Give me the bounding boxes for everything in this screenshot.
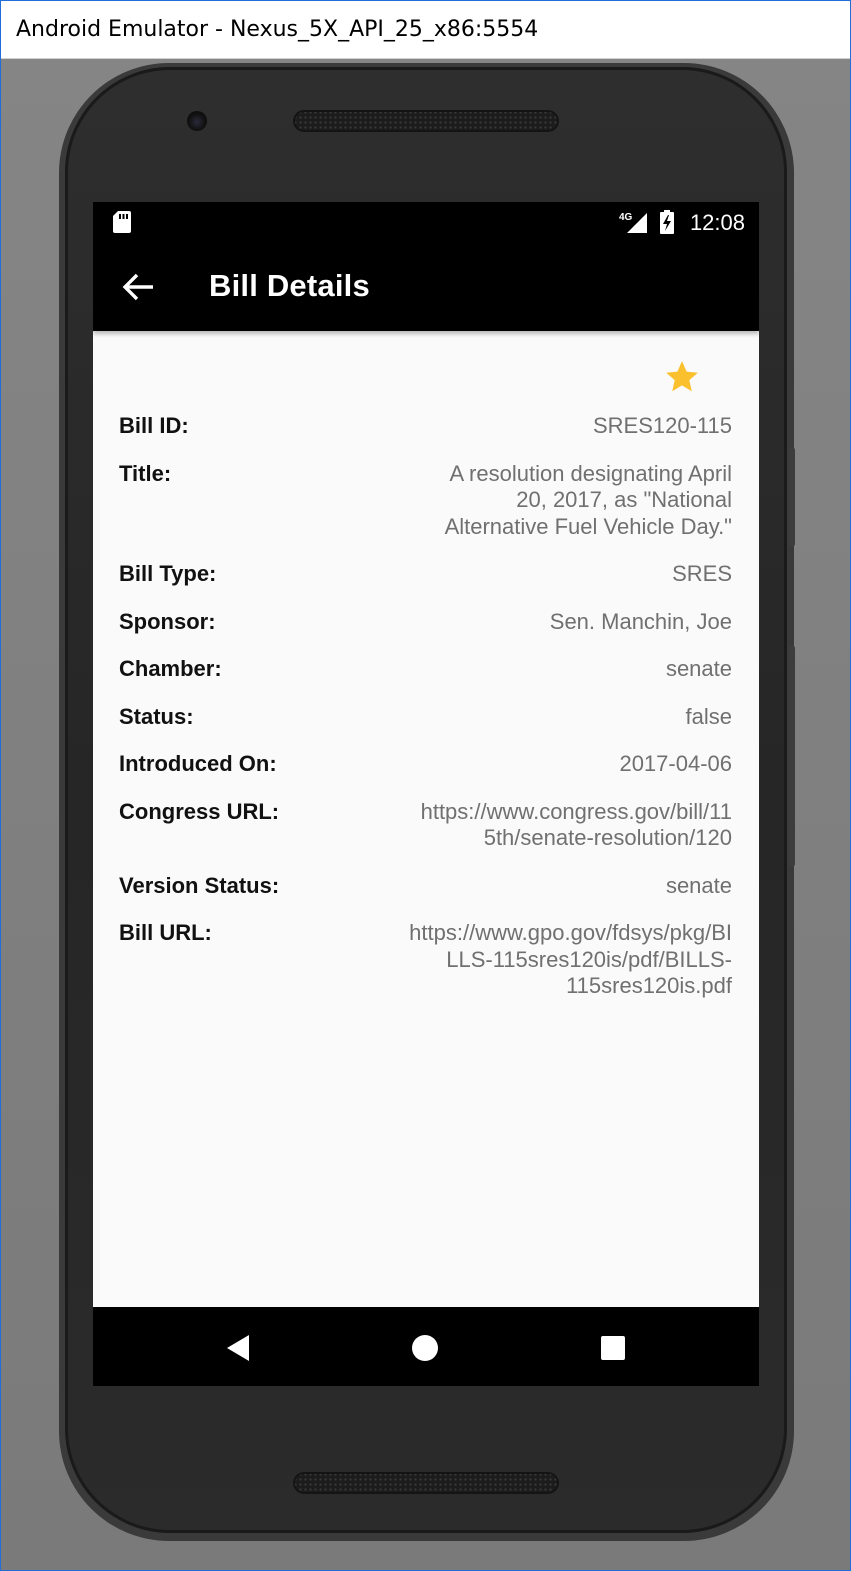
bill-details-list: Bill ID: SRES120-115 Title: A resolution… <box>119 413 732 1000</box>
status-bar: 4G 12:08 <box>93 202 759 242</box>
sd-card-icon <box>113 211 131 233</box>
detail-row-status: Status: false <box>119 704 732 731</box>
device-screen: 4G 12:08 Bill Details Bill ID: SRES120-1… <box>93 202 759 1386</box>
detail-row-chamber: Chamber: senate <box>119 656 732 683</box>
detail-value: senate <box>665 872 732 898</box>
detail-label: Chamber: <box>119 656 222 681</box>
detail-row-bill-id: Bill ID: SRES120-115 <box>119 413 732 440</box>
window-title: Android Emulator - Nexus_5X_API_25_x86:5… <box>16 17 539 42</box>
detail-value: Sen. Manchin, Joe <box>549 608 732 634</box>
bill-url-link[interactable]: https://www.gpo.gov/fdsys/pkg/BILLS-115s… <box>397 920 732 1000</box>
top-speaker <box>293 110 559 132</box>
svg-text:4G: 4G <box>619 212 633 223</box>
detail-label: Bill ID: <box>119 413 189 438</box>
front-camera <box>187 111 207 131</box>
volume-button[interactable] <box>789 646 795 866</box>
battery-charging-icon <box>660 210 674 234</box>
page-title: Bill Details <box>209 268 370 303</box>
congress-url-link[interactable]: https://www.congress.gov/bill/115th/sena… <box>412 799 732 852</box>
detail-value: SRES120-115 <box>592 413 732 438</box>
detail-label: Congress URL: <box>119 798 280 824</box>
app-bar: Bill Details <box>93 242 759 331</box>
detail-label: Sponsor: <box>119 608 216 634</box>
detail-label: Bill URL: <box>119 920 212 945</box>
signal-4g-icon: 4G <box>619 212 647 233</box>
window-titlebar[interactable]: Android Emulator - Nexus_5X_API_25_x86:5… <box>1 1 850 59</box>
power-button[interactable] <box>789 448 795 546</box>
detail-row-version-status: Version Status: senate <box>119 873 732 900</box>
nav-back-icon[interactable] <box>225 1334 251 1362</box>
detail-value: 2017-04-06 <box>619 751 732 776</box>
bottom-speaker <box>293 1472 559 1494</box>
detail-label: Bill Type: <box>119 561 217 586</box>
detail-value: senate <box>665 656 732 681</box>
detail-row-congress-url: Congress URL: https://www.congress.gov/b… <box>119 799 732 852</box>
detail-label: Introduced On: <box>119 751 277 776</box>
status-time: 12:08 <box>689 210 745 235</box>
detail-value: SRES <box>672 561 732 586</box>
emulator-window: Android Emulator - Nexus_5X_API_25_x86:5… <box>0 0 851 1571</box>
detail-label: Version Status: <box>119 872 280 898</box>
star-icon[interactable] <box>663 358 701 396</box>
detail-row-bill-url: Bill URL: https://www.gpo.gov/fdsys/pkg/… <box>119 920 732 1000</box>
arrow-back-icon[interactable] <box>121 272 155 302</box>
detail-label: Status: <box>119 703 194 729</box>
navigation-bar <box>93 1307 759 1386</box>
nav-home-icon[interactable] <box>411 1334 439 1362</box>
detail-value: false <box>685 703 732 729</box>
nav-recents-icon[interactable] <box>600 1335 626 1361</box>
detail-label: Title: <box>119 460 172 486</box>
detail-row-bill-type: Bill Type: SRES <box>119 561 732 588</box>
detail-row-sponsor: Sponsor: Sen. Manchin, Joe <box>119 609 732 636</box>
detail-row-title: Title: A resolution designating April 20… <box>119 461 732 541</box>
detail-row-introduced-on: Introduced On: 2017-04-06 <box>119 751 732 778</box>
detail-value: A resolution designating April 20, 2017,… <box>444 460 732 539</box>
